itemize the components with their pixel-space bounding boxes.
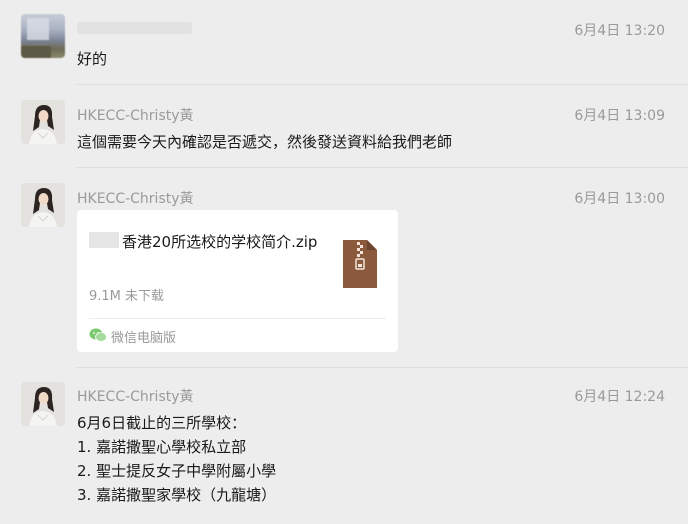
list-item: 3. 嘉諾撒聖家學校（九龍塘）	[77, 486, 277, 504]
wechat-icon	[89, 328, 107, 346]
message-text: 這個需要今天內確認是否遞交，然後發送資料給我們老師	[77, 133, 453, 151]
avatar[interactable]	[21, 100, 65, 144]
avatar[interactable]	[21, 14, 65, 58]
message-divider	[77, 367, 688, 368]
file-size-status: 9.1M 未下载	[89, 289, 165, 304]
avatar[interactable]	[21, 183, 65, 227]
message-text: 好的	[77, 50, 108, 68]
message-title: 6月6日截止的三所學校：	[77, 414, 247, 432]
list-item: 1. 嘉諾撒聖心學校私立部	[77, 438, 247, 456]
sender-name: HKECC-Christy黃	[77, 191, 194, 207]
sender-name: HKECC-Christy黃	[77, 389, 194, 405]
message-divider	[77, 167, 688, 168]
message-time: 6月4日 13:09	[574, 108, 665, 124]
file-name: 香港20所选校的学校简介.zip	[122, 233, 318, 251]
avatar[interactable]	[21, 382, 65, 426]
message-time: 6月4日 13:00	[574, 191, 665, 207]
message-divider	[77, 84, 688, 85]
sender-name: HKECC-Christy黃	[77, 108, 194, 124]
list-item: 2. 聖士提反女子中學附屬小學	[77, 462, 277, 480]
file-source-label: 微信电脑版	[111, 331, 177, 346]
message-time: 6月4日 12:24	[574, 389, 665, 405]
zip-file-icon	[341, 238, 379, 290]
file-card[interactable]: 香港20所选校的学校简介.zip 9.1M 未下载 微信电脑版	[77, 210, 398, 352]
message-time: 6月4日 13:20	[574, 23, 665, 39]
sender-name-blurred	[77, 22, 192, 34]
message-text: 6月6日截止的三所學校： 1. 嘉諾撒聖心學校私立部 2. 聖士提反女子中學附屬…	[77, 411, 276, 507]
card-divider	[89, 318, 386, 319]
file-source: 微信电脑版	[89, 327, 176, 346]
